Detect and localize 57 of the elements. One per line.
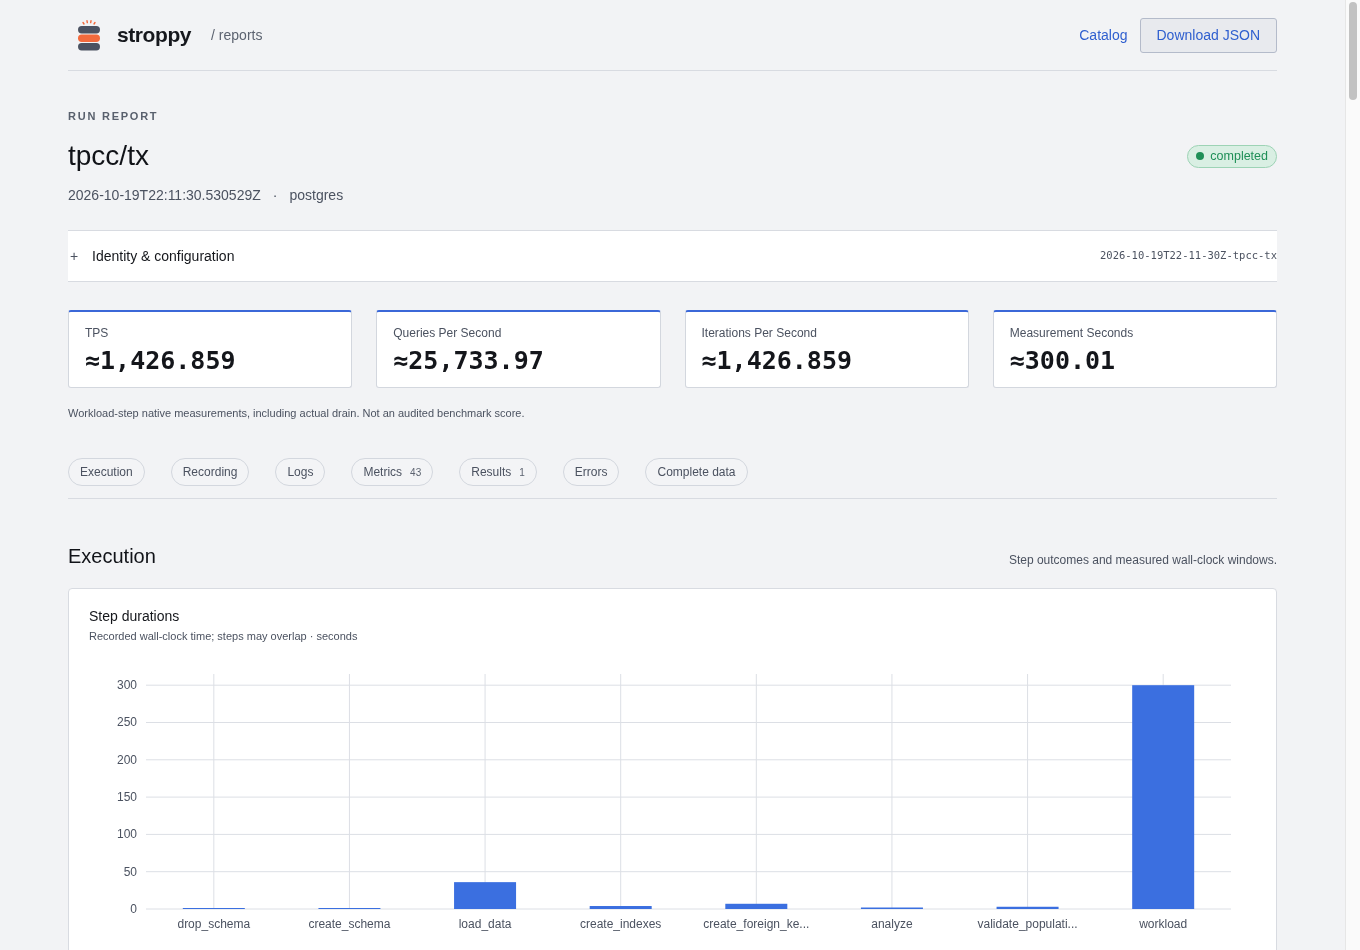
x-tick-label: analyze [871, 917, 913, 931]
bar [996, 906, 1059, 909]
y-tick-label: 0 [130, 902, 137, 916]
status-label: completed [1210, 147, 1268, 165]
brand-name: stroppy [117, 22, 192, 49]
bar [725, 903, 788, 909]
run-timestamp: 2026-10-19T22:11:30.530529Z [68, 186, 261, 205]
eyebrow-label: RUN REPORT [68, 109, 159, 124]
scrollbar-thumb[interactable] [1349, 2, 1357, 100]
bar [589, 906, 652, 909]
metric-label: Measurement Seconds [1009, 325, 1134, 341]
breadcrumb: / reports [211, 25, 263, 45]
separator-dot: · [272, 186, 278, 205]
bar [454, 882, 517, 909]
tab[interactable]: Metrics 43 [351, 458, 434, 486]
y-tick-label: 150 [116, 790, 137, 805]
metric-value: ≈25,733.97 [393, 345, 544, 377]
metric-label: Queries Per Second [393, 325, 502, 341]
x-tick-label: create_indexes [580, 917, 662, 931]
tab[interactable]: Logs [275, 458, 326, 486]
chart-title: Step durations [89, 607, 180, 626]
x-tick-label: workload [1139, 917, 1188, 931]
metric-label: Iterations Per Second [701, 325, 817, 341]
download-button[interactable]: Download JSON [1139, 17, 1277, 53]
metric-value: ≈300.01 [1009, 345, 1116, 377]
identity-toggle[interactable]: + Identity & configuration [68, 245, 235, 267]
tab[interactable]: Errors [562, 458, 620, 486]
y-tick-label: 100 [116, 827, 137, 842]
y-tick-label: 300 [116, 678, 137, 693]
tab[interactable]: Results 1 [459, 458, 537, 486]
count-label: 43 [410, 465, 422, 480]
plus-icon: + [68, 245, 88, 267]
metrics-note: Workload-step native measurements, including actual drain. Not an audited benchmark score. [68, 406, 525, 421]
catalog-link[interactable]: Catalog [1079, 24, 1128, 46]
x-tick-label: validate_populati... [977, 917, 1078, 931]
x-tick-label: create_schema [308, 917, 391, 931]
x-tick-label: create_foreign_ke... [703, 917, 810, 931]
y-tick-label: 250 [116, 715, 137, 730]
section-heading: Execution [68, 544, 156, 569]
tab[interactable]: Complete data [645, 458, 748, 486]
database-stack-logo-icon [77, 19, 101, 51]
metric-value: ≈1,426.859 [85, 345, 236, 377]
tab[interactable]: Recording [170, 458, 250, 486]
tab[interactable]: Execution [68, 458, 145, 486]
section-description: Step outcomes and measured wall-clock windows. [1008, 552, 1277, 569]
run-id: 2026-10-19T22-11-30Z-tpcc-tx [1100, 248, 1277, 264]
x-tick-label: drop_schema [177, 917, 251, 931]
metric-value: ≈1,426.859 [701, 345, 852, 377]
report-title: tpcc/tx [68, 139, 149, 173]
scrollbar[interactable] [1345, 0, 1360, 950]
y-tick-label: 50 [123, 864, 137, 879]
chart-subtitle: Recorded wall-clock time; steps may overlap · seconds [89, 629, 358, 644]
x-tick-label: load_data [458, 917, 512, 931]
y-tick-label: 200 [116, 752, 137, 767]
metric-label: TPS [85, 325, 109, 341]
engine-name: postgres [289, 186, 344, 205]
count-label: 1 [519, 465, 525, 480]
